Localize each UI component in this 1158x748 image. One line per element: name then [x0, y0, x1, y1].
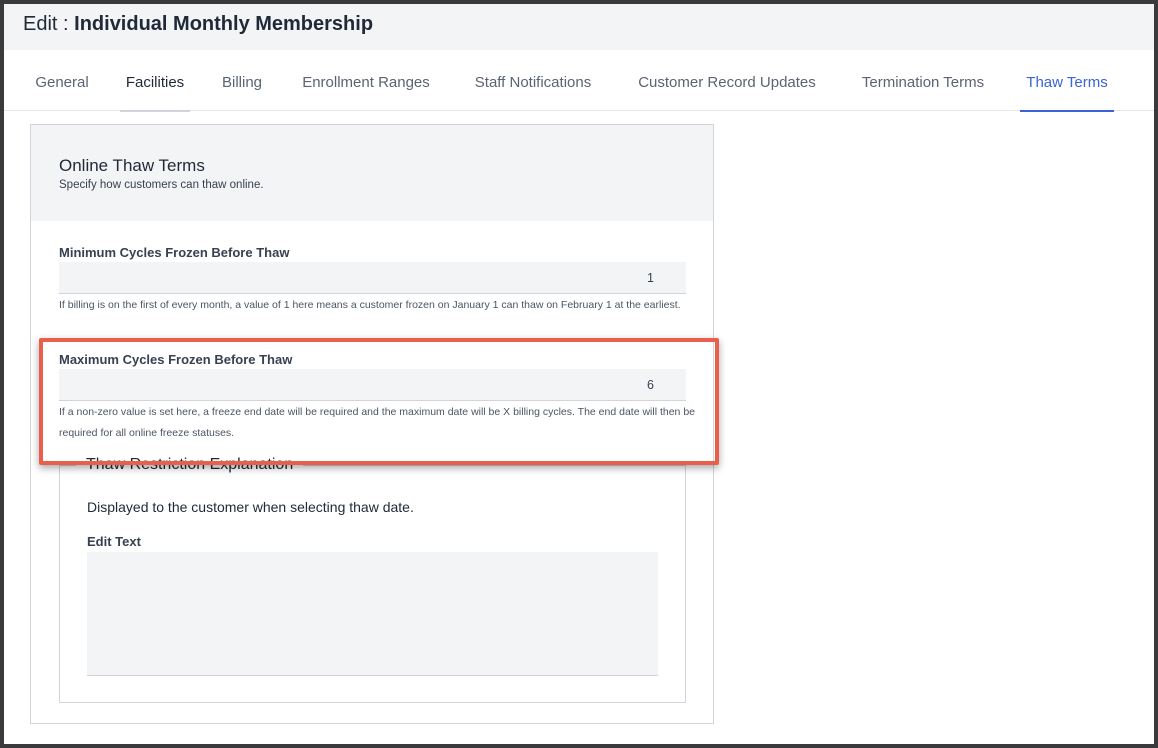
tab-facilities-label: Facilities [125, 74, 185, 91]
tab-bar: General Facilities Billing Enrollment Ra… [4, 50, 1154, 112]
tab-staff-notifications-label: Staff Notifications [474, 74, 592, 91]
tab-staff-notifications[interactable]: Staff Notifications [467, 50, 599, 111]
tab-customer-record-updates[interactable]: Customer Record Updates [631, 50, 823, 111]
min-cycles-input[interactable] [59, 262, 686, 294]
edit-text-label: Edit Text [87, 534, 141, 549]
tab-enrollment-ranges[interactable]: Enrollment Ranges [298, 50, 434, 111]
app-window: Edit : Individual Monthly Membership Gen… [4, 4, 1154, 744]
max-cycles-help: If a non-zero value is set here, a freez… [59, 406, 695, 439]
tab-general[interactable]: General [34, 50, 90, 111]
page-header: Edit : Individual Monthly Membership [4, 4, 1154, 50]
thaw-restriction-fieldset: Thaw Restriction Explanation Displayed t… [59, 456, 686, 703]
thaw-restriction-legend: Thaw Restriction Explanation [76, 456, 304, 474]
tab-general-label: General [35, 74, 89, 91]
card-subtitle: Specify how customers can thaw online. [59, 179, 264, 191]
tab-thaw-terms-label: Thaw Terms [1026, 74, 1108, 91]
tab-facilities[interactable]: Facilities [120, 50, 190, 112]
tab-termination-terms[interactable]: Termination Terms [856, 50, 990, 111]
max-cycles-input[interactable] [59, 369, 686, 401]
tab-facilities-underline [120, 110, 190, 112]
page-title-prefix: Edit : [23, 13, 75, 35]
min-cycles-label: Minimum Cycles Frozen Before Thaw [59, 245, 290, 260]
tab-thaw-terms-underline [1020, 110, 1114, 112]
online-thaw-terms-card: Online Thaw Terms Specify how customers … [30, 124, 714, 724]
tab-billing-label: Billing [221, 74, 263, 91]
card-header: Online Thaw Terms Specify how customers … [31, 125, 713, 221]
tab-billing[interactable]: Billing [220, 50, 264, 111]
tab-enrollment-ranges-label: Enrollment Ranges [302, 74, 430, 91]
tab-termination-terms-label: Termination Terms [861, 74, 985, 91]
tab-customer-record-updates-label: Customer Record Updates [638, 74, 816, 91]
max-cycles-label: Maximum Cycles Frozen Before Thaw [59, 352, 293, 367]
edit-text-textarea[interactable] [87, 552, 658, 676]
card-title: Online Thaw Terms [59, 156, 205, 175]
page-title: Edit : Individual Monthly Membership [23, 13, 373, 36]
thaw-restriction-description: Displayed to the customer when selecting… [87, 499, 414, 515]
tab-thaw-terms[interactable]: Thaw Terms [1020, 50, 1114, 112]
min-cycles-help: If billing is on the first of every mont… [59, 299, 681, 311]
page-title-name: Individual Monthly Membership [74, 13, 374, 35]
